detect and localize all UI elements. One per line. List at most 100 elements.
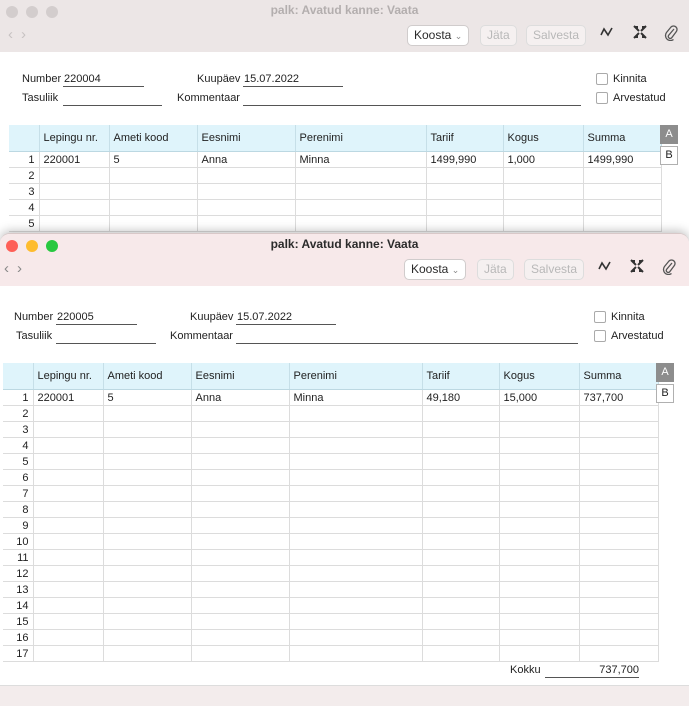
column-header[interactable]: Eesnimi <box>191 363 290 390</box>
expand-icon[interactable] <box>633 25 647 42</box>
table-cell[interactable] <box>422 533 500 550</box>
table-cell[interactable] <box>499 485 580 502</box>
attachment-icon[interactable] <box>662 259 676 278</box>
table-cell[interactable] <box>191 485 290 502</box>
table-cell[interactable] <box>103 581 192 598</box>
table-cell[interactable] <box>289 405 423 422</box>
table-row[interactable]: 13 <box>3 581 659 598</box>
table-cell[interactable] <box>583 199 662 216</box>
table-cell[interactable] <box>295 167 427 184</box>
table-cell[interactable] <box>39 215 110 232</box>
table-cell[interactable] <box>191 453 290 470</box>
tasuliik-field[interactable] <box>56 330 156 344</box>
table-row[interactable]: 11 <box>3 549 659 566</box>
table-cell[interactable] <box>499 405 580 422</box>
table-cell[interactable] <box>33 453 104 470</box>
table-cell[interactable] <box>579 437 659 454</box>
table-cell[interactable] <box>197 183 296 200</box>
arvestatud-checkbox[interactable]: Arvestatud <box>594 330 664 342</box>
table-cell[interactable] <box>422 469 500 486</box>
table-cell[interactable]: Anna <box>197 151 296 168</box>
table-cell[interactable] <box>39 183 110 200</box>
kommentaar-field[interactable] <box>243 92 581 106</box>
table-cell[interactable] <box>579 485 659 502</box>
table-cell[interactable] <box>197 215 296 232</box>
checkbox-box[interactable] <box>596 73 608 85</box>
table-cell[interactable] <box>579 597 659 614</box>
table-cell[interactable] <box>191 469 290 486</box>
table-cell[interactable] <box>103 421 192 438</box>
table-cell[interactable] <box>499 629 580 646</box>
koosta-button[interactable]: Koosta ⌄ <box>404 259 467 280</box>
table-cell[interactable] <box>499 517 580 534</box>
table-cell[interactable] <box>579 517 659 534</box>
table-cell[interactable] <box>289 533 423 550</box>
kommentaar-field[interactable] <box>236 330 578 344</box>
table-cell[interactable]: 220001 <box>39 151 110 168</box>
table-cell[interactable]: Minna <box>295 151 427 168</box>
column-header[interactable]: Perenimi <box>289 363 423 390</box>
column-header[interactable]: Eesnimi <box>197 125 296 152</box>
table-cell[interactable] <box>33 421 104 438</box>
table-cell[interactable] <box>33 469 104 486</box>
table-cell[interactable] <box>503 167 584 184</box>
table-cell[interactable] <box>503 215 584 232</box>
chart-icon[interactable] <box>598 259 612 276</box>
table-cell[interactable] <box>289 485 423 502</box>
column-header[interactable]: Lepingu nr. <box>39 125 110 152</box>
table-cell[interactable] <box>103 437 192 454</box>
table-cell[interactable] <box>422 565 500 582</box>
table-cell[interactable] <box>191 405 290 422</box>
table-cell[interactable] <box>579 613 659 630</box>
table-cell[interactable] <box>503 199 584 216</box>
column-header[interactable]: Perenimi <box>295 125 427 152</box>
table-cell[interactable] <box>109 183 198 200</box>
table-cell[interactable] <box>103 485 192 502</box>
table-cell[interactable] <box>191 517 290 534</box>
chart-icon[interactable] <box>600 25 614 42</box>
table-cell[interactable] <box>499 421 580 438</box>
table-cell[interactable] <box>499 469 580 486</box>
table-cell[interactable] <box>191 613 290 630</box>
table-cell[interactable] <box>422 581 500 598</box>
table-cell[interactable] <box>33 629 104 646</box>
arvestatud-checkbox[interactable]: Arvestatud <box>596 92 666 104</box>
jata-button[interactable]: Jäta <box>477 259 514 280</box>
table-cell[interactable] <box>289 613 423 630</box>
table-cell[interactable] <box>499 597 580 614</box>
number-field[interactable]: 220005 <box>56 311 137 325</box>
table-row[interactable]: 10 <box>3 533 659 550</box>
table-cell[interactable]: 5 <box>103 389 192 406</box>
table-cell[interactable] <box>103 613 192 630</box>
kinnita-checkbox[interactable]: Kinnita <box>596 73 647 85</box>
table-cell[interactable] <box>499 501 580 518</box>
table-cell[interactable] <box>426 183 504 200</box>
table-cell[interactable]: 15,000 <box>499 389 580 406</box>
table-row[interactable]: 9 <box>3 517 659 534</box>
table-cell[interactable] <box>103 565 192 582</box>
checkbox-box[interactable] <box>594 330 606 342</box>
table-cell[interactable] <box>191 629 290 646</box>
table-cell[interactable] <box>289 501 423 518</box>
column-header[interactable]: Ameti kood <box>103 363 192 390</box>
table-cell[interactable] <box>103 597 192 614</box>
table-cell[interactable] <box>499 533 580 550</box>
checkbox-box[interactable] <box>596 92 608 104</box>
table-cell[interactable] <box>103 517 192 534</box>
table-cell[interactable] <box>191 597 290 614</box>
table-cell[interactable] <box>289 549 423 566</box>
table-cell[interactable] <box>422 501 500 518</box>
section-tab-a[interactable]: A <box>660 125 678 144</box>
table-cell[interactable] <box>422 613 500 630</box>
table-cell[interactable]: 220001 <box>33 389 104 406</box>
number-field[interactable]: 220004 <box>63 73 144 87</box>
table-cell[interactable] <box>197 199 296 216</box>
table-cell[interactable]: 1499,990 <box>583 151 662 168</box>
column-header[interactable]: Lepingu nr. <box>33 363 104 390</box>
table-cell[interactable] <box>422 645 500 662</box>
table-cell[interactable] <box>191 533 290 550</box>
table-row[interactable]: 7 <box>3 485 659 502</box>
back-arrow-icon[interactable]: ‹ <box>8 26 21 43</box>
table-cell[interactable] <box>191 437 290 454</box>
table-cell[interactable] <box>289 437 423 454</box>
